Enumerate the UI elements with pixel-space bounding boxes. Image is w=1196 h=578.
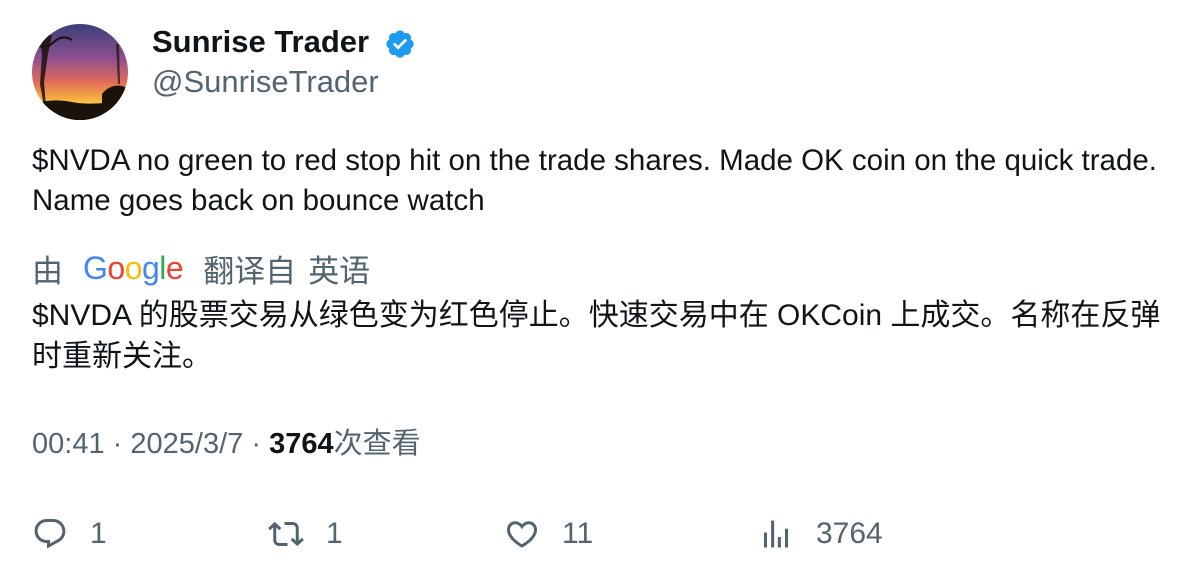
google-logo: Google (83, 249, 184, 286)
source-language: 英语 (308, 253, 371, 289)
translated-from-label: 翻译自 (203, 253, 297, 289)
author-handle[interactable]: @SunriseTrader (152, 62, 379, 102)
tweet: Sunrise Trader @SunriseTrader $NVDA no g… (0, 0, 1196, 578)
avatar[interactable] (32, 24, 128, 120)
translated-text: $NVDA 的股票交易从绿色变为红色停止。快速交易中在 OKCoin 上成交。名… (32, 299, 1161, 373)
tweet-date[interactable]: 2025/3/7 (130, 428, 243, 460)
verified-badge-icon (384, 28, 416, 60)
author-name[interactable]: Sunrise Trader (152, 22, 369, 62)
retweet-button[interactable]: 1 (268, 510, 343, 558)
views-label: 次查看 (333, 428, 421, 460)
reply-count: 1 (90, 517, 107, 550)
like-count: 11 (562, 517, 594, 550)
tweet-time[interactable]: 00:41 (32, 428, 105, 460)
bar-chart-icon (764, 520, 788, 548)
tweet-text: $NVDA no green to red stop hit on the tr… (32, 144, 1157, 217)
views-action-count: 3764 (816, 517, 883, 550)
tweet-meta: 00:41 · 2025/3/7 · 3764次查看 (32, 424, 421, 464)
heart-icon (506, 521, 538, 548)
views-count: 3764 (269, 428, 334, 460)
views-button[interactable]: 3764 (758, 510, 883, 558)
translated-by-label: 由 (32, 253, 63, 289)
retweet-count: 1 (326, 517, 343, 550)
translation-attribution: 由 Google 翻译自 英语 (32, 246, 370, 290)
action-bar: 1 1 11 3764 (0, 510, 1196, 558)
reply-icon (34, 519, 66, 549)
avatar-image (32, 24, 128, 120)
reply-button[interactable]: 1 (32, 510, 107, 558)
retweet-icon (268, 521, 304, 547)
meta-separator: · (112, 428, 123, 460)
meta-separator: · (251, 428, 261, 460)
like-button[interactable]: 11 (504, 510, 593, 558)
